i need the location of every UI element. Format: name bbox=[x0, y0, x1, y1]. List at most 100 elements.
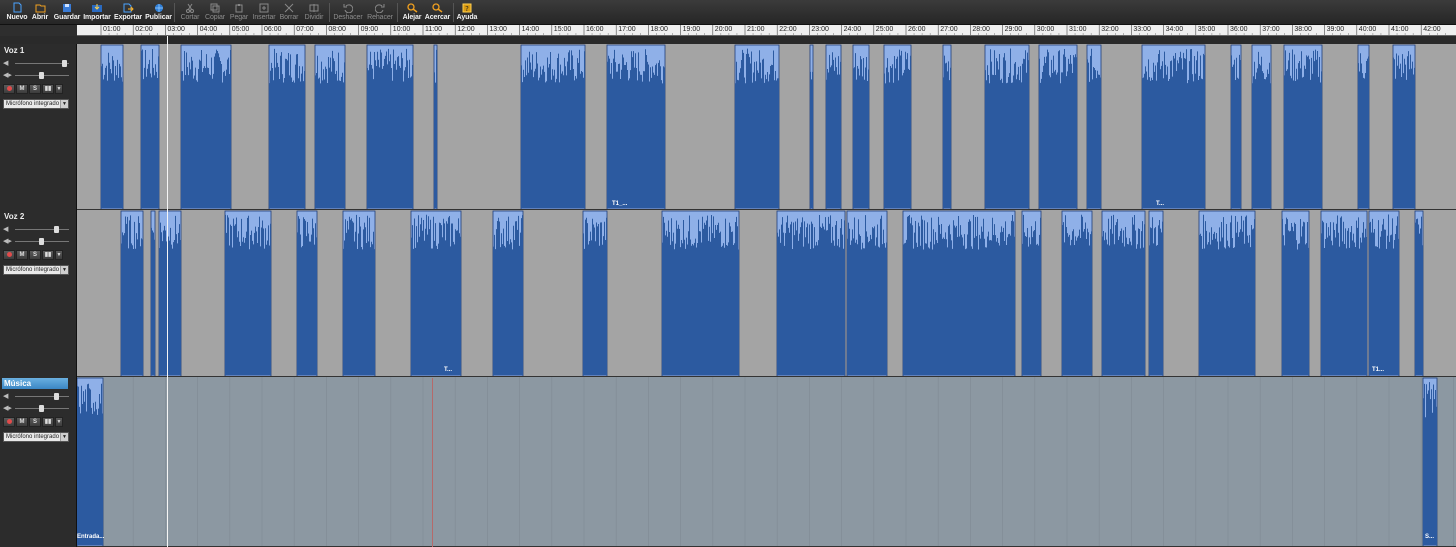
track-lane-musica[interactable]: Entrada... S... bbox=[77, 377, 1456, 547]
waveform-clip bbox=[1283, 44, 1323, 209]
waveform-clip bbox=[1392, 44, 1416, 209]
document-icon bbox=[13, 0, 22, 13]
solo-button[interactable]: S bbox=[29, 417, 41, 427]
waveform-clip bbox=[433, 44, 438, 209]
waveform-clip bbox=[410, 210, 462, 376]
waveform-clip bbox=[366, 44, 414, 209]
copy-button[interactable]: Copiar bbox=[203, 0, 227, 25]
import-icon bbox=[91, 0, 103, 13]
ruler-tick-label: 02:00 bbox=[135, 26, 153, 33]
ruler-tick-label: 12:00 bbox=[457, 26, 475, 33]
input-select[interactable]: Micrófono integrado ▼ bbox=[3, 99, 69, 109]
pan-thumb[interactable] bbox=[39, 405, 44, 412]
track-menu-button[interactable]: ▼ bbox=[55, 417, 63, 427]
levels-button[interactable]: ▮▮ bbox=[42, 417, 54, 427]
track-menu-button[interactable]: ▼ bbox=[55, 84, 63, 94]
levels-button[interactable]: ▮▮ bbox=[42, 84, 54, 94]
zoom-out-button[interactable]: Alejar bbox=[401, 0, 423, 25]
volume-thumb[interactable] bbox=[54, 226, 59, 233]
save-button[interactable]: Guardar bbox=[53, 0, 81, 25]
clip-label: T1_... bbox=[612, 201, 628, 207]
ruler-tick-label: 29:00 bbox=[1004, 26, 1023, 33]
input-select[interactable]: Micrófono integrado ▼ bbox=[3, 432, 69, 442]
waveform-clip bbox=[1061, 210, 1093, 376]
volume-slider[interactable]: ◀ bbox=[3, 225, 71, 234]
clip-label: S... bbox=[1425, 534, 1435, 540]
toolbar-separator bbox=[174, 3, 175, 22]
volume-thumb[interactable] bbox=[54, 393, 59, 400]
solo-button[interactable]: S bbox=[29, 250, 41, 260]
waveform-clip bbox=[314, 44, 346, 209]
ruler-tick-label: 10:00 bbox=[392, 26, 411, 33]
cut-button[interactable]: Cortar bbox=[179, 0, 201, 25]
pan-slider[interactable]: ◀▸ bbox=[3, 404, 71, 413]
pan-slider[interactable]: ◀▸ bbox=[3, 237, 71, 246]
waveform-clip bbox=[846, 210, 888, 376]
levels-button[interactable]: ▮▮ bbox=[42, 250, 54, 260]
input-select[interactable]: Micrófono integrado ▼ bbox=[3, 265, 69, 275]
speaker-icon: ◀ bbox=[3, 226, 9, 233]
waveform-clip bbox=[150, 210, 156, 376]
waveform-clip bbox=[883, 44, 912, 209]
waveform-clips[interactable] bbox=[77, 210, 1456, 377]
track-lane-voz1[interactable]: T1_... T... bbox=[77, 44, 1456, 210]
mute-button[interactable]: M bbox=[16, 417, 28, 427]
waveform-clip bbox=[1357, 44, 1370, 209]
waveform-clip bbox=[1368, 210, 1400, 376]
record-button[interactable] bbox=[3, 250, 15, 260]
mute-button[interactable]: M bbox=[16, 250, 28, 260]
waveform-clip bbox=[342, 210, 376, 376]
waveform-clip bbox=[1281, 210, 1310, 376]
waveform-clips[interactable] bbox=[77, 44, 1456, 210]
open-button[interactable]: Abrir bbox=[31, 0, 49, 25]
publish-button[interactable]: Publicar bbox=[145, 0, 172, 25]
waveform-clip bbox=[100, 44, 124, 209]
waveform-clip bbox=[734, 44, 780, 209]
pan-thumb[interactable] bbox=[39, 238, 44, 245]
new-button[interactable]: Nuevo bbox=[6, 0, 28, 25]
paste-button[interactable]: Pegar bbox=[228, 0, 250, 25]
undo-button[interactable]: Deshacer bbox=[332, 0, 364, 25]
import-button[interactable]: Importar bbox=[83, 0, 111, 25]
playhead[interactable] bbox=[167, 36, 168, 547]
ruler-tick-label: 23:00 bbox=[811, 26, 829, 33]
pan-thumb[interactable] bbox=[39, 72, 44, 79]
erase-button[interactable]: Borrar bbox=[278, 0, 300, 25]
ruler-ticks bbox=[100, 25, 1446, 35]
split-button[interactable]: Dividir bbox=[302, 0, 326, 25]
toolbar-separator bbox=[453, 3, 454, 22]
pan-icon: ◀▸ bbox=[3, 238, 12, 245]
track-name[interactable]: Voz 1 bbox=[2, 45, 68, 56]
track-name[interactable]: Música bbox=[2, 378, 68, 389]
track-name[interactable]: Voz 2 bbox=[2, 211, 68, 222]
mute-button[interactable]: M bbox=[16, 84, 28, 94]
ruler-tick-label: 42:00 bbox=[1423, 26, 1441, 33]
clip-label: T... bbox=[444, 367, 453, 373]
track-menu-button[interactable]: ▼ bbox=[55, 250, 63, 260]
redo-button[interactable]: Rehacer bbox=[366, 0, 394, 25]
record-button[interactable] bbox=[3, 84, 15, 94]
export-button[interactable]: Exportar bbox=[113, 0, 143, 25]
volume-slider[interactable]: ◀ bbox=[3, 392, 71, 401]
timeline-ruler[interactable]: 01:00 02:00 03:00 04:00 05:00 06:00 07:00 08:00… bbox=[77, 25, 1456, 36]
track-buttons: M S ▮▮ ▼ bbox=[3, 417, 63, 427]
ruler-tick-label: 19:00 bbox=[682, 26, 701, 33]
ruler-tick-label: 03:00 bbox=[167, 26, 185, 33]
insert-button[interactable]: Insertar bbox=[251, 0, 277, 25]
ruler-tick-label: 36:00 bbox=[1230, 26, 1248, 33]
zoom-in-button[interactable]: Acercar bbox=[424, 0, 451, 25]
pan-slider[interactable]: ◀▸ bbox=[3, 71, 71, 80]
marker-line bbox=[432, 378, 433, 547]
track-lane-voz2[interactable]: T... T1... bbox=[77, 210, 1456, 377]
record-button[interactable] bbox=[3, 417, 15, 427]
solo-button[interactable]: S bbox=[29, 84, 41, 94]
volume-slider[interactable]: ◀ bbox=[3, 59, 71, 68]
waveform-clip bbox=[1230, 44, 1242, 209]
waveform-clips[interactable] bbox=[77, 377, 1456, 547]
ruler-tick-label: 31:00 bbox=[1069, 26, 1087, 33]
toolbar-separator bbox=[397, 3, 398, 22]
zoom-in-icon bbox=[432, 0, 443, 13]
volume-thumb[interactable] bbox=[62, 60, 67, 67]
help-button[interactable]: ? Ayuda bbox=[456, 0, 478, 25]
ruler-tick-label: 08:00 bbox=[328, 26, 346, 33]
